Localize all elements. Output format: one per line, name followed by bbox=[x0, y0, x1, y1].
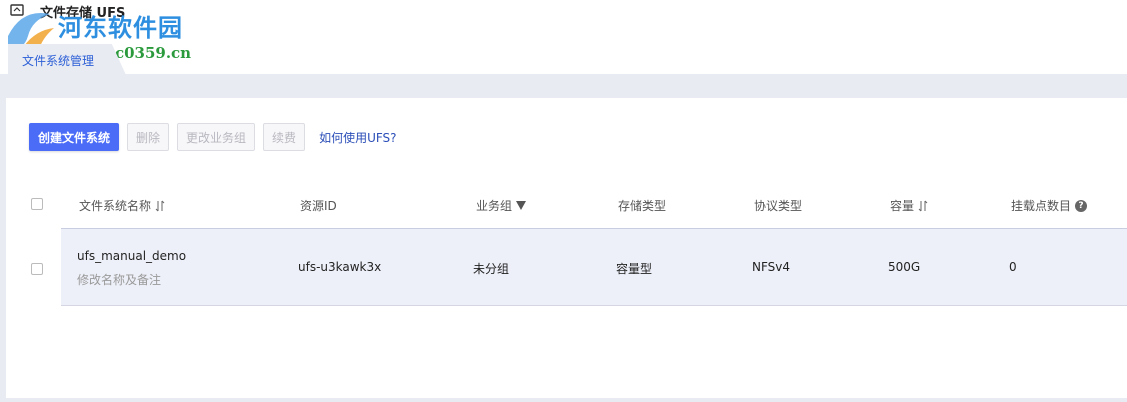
mount-points-value: 0 bbox=[1009, 260, 1017, 274]
sort-icon[interactable] bbox=[918, 200, 928, 212]
sort-icon[interactable] bbox=[155, 200, 165, 212]
create-file-system-button[interactable]: 创建文件系统 bbox=[29, 123, 120, 151]
column-label: 容量 bbox=[890, 199, 915, 213]
column-label: 资源ID bbox=[300, 199, 337, 213]
row-checkbox[interactable] bbox=[31, 263, 43, 275]
column-header-name[interactable]: 文件系统名称 bbox=[79, 197, 165, 214]
table-row[interactable] bbox=[61, 228, 1127, 306]
file-system-name: ufs_manual_demo bbox=[77, 249, 187, 263]
column-header-storage-type: 存储类型 bbox=[618, 197, 666, 214]
edit-name-link[interactable]: 修改名称及备注 bbox=[77, 271, 161, 288]
help-icon[interactable]: ? bbox=[1075, 199, 1088, 212]
column-header-mount-points: 挂载点数目 ? bbox=[1011, 197, 1088, 214]
change-group-button[interactable]: 更改业务组 bbox=[177, 123, 256, 151]
table-header: 文件系统名称 资源ID 业务组 存储类型 协议类型 容量 挂载点数目 ? bbox=[6, 180, 1127, 228]
toolbar: 创建文件系统 删除 更改业务组 续费 如何使用UFS? bbox=[29, 123, 397, 151]
tab-label[interactable]: 文件系统管理 bbox=[22, 52, 94, 69]
capacity-value: 500G bbox=[888, 260, 921, 274]
column-label: 业务组 bbox=[476, 199, 513, 213]
group-value: 未分组 bbox=[473, 262, 510, 276]
column-header-group[interactable]: 业务组 bbox=[476, 197, 527, 214]
watermark-title: 河东软件园 bbox=[58, 13, 183, 42]
top-bar: 文件存储 UFS 河东软件园 www.pc0359.cn 文件系统管理 bbox=[0, 0, 1127, 75]
column-label: 挂载点数目 bbox=[1011, 199, 1072, 213]
renew-button[interactable]: 续费 bbox=[263, 123, 306, 151]
help-link[interactable]: 如何使用UFS? bbox=[319, 129, 396, 146]
resource-id: ufs-u3kawk3x bbox=[298, 260, 382, 274]
column-label: 协议类型 bbox=[754, 199, 803, 213]
delete-button[interactable]: 删除 bbox=[127, 123, 170, 151]
column-header-capacity[interactable]: 容量 bbox=[890, 197, 928, 214]
column-label: 存储类型 bbox=[618, 199, 667, 213]
storage-type-value: 容量型 bbox=[616, 262, 653, 276]
column-header-resource-id: 资源ID bbox=[300, 197, 337, 214]
column-header-protocol: 协议类型 bbox=[754, 197, 802, 214]
protocol-value: NFSv4 bbox=[752, 260, 791, 274]
column-label: 文件系统名称 bbox=[79, 199, 152, 213]
filter-icon[interactable] bbox=[516, 201, 527, 210]
main-panel: 创建文件系统 删除 更改业务组 续费 如何使用UFS? 文件系统名称 资源ID … bbox=[6, 98, 1127, 398]
select-all-checkbox[interactable] bbox=[31, 198, 43, 210]
